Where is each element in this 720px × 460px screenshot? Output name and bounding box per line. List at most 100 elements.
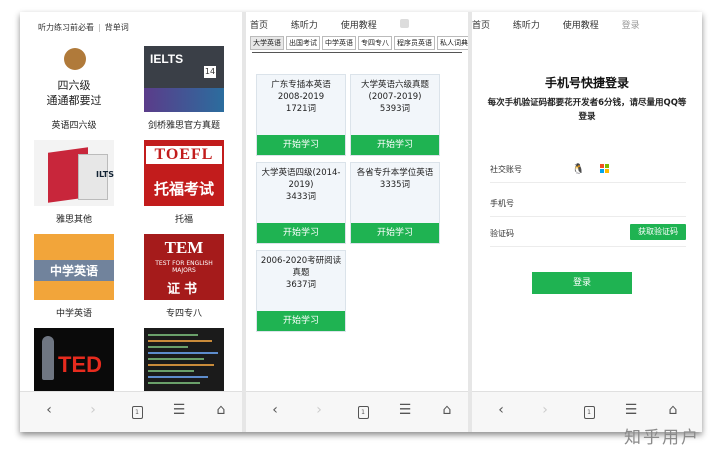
thumb-text: 14 [204, 66, 216, 78]
code-label: 验证码 [490, 229, 514, 238]
book-title: 大学英语六级真题(2007-2019) [360, 80, 429, 102]
book-card: 大学英语六级真题(2007-2019) 5393词 开始学习 [350, 74, 440, 156]
cost-notice: 每次手机验证码都要花开发者6分钱，请尽量用QQ等登录 [487, 98, 687, 122]
category-ielts[interactable]: IELTS 14 剑桥雅思官方真题 [144, 46, 224, 131]
login-title: 手机号快捷登录 [544, 76, 629, 90]
watermark: 知乎用户 [624, 428, 700, 448]
category-cet[interactable]: 四六级通通都要过 英语四六级 [34, 46, 114, 131]
book-title: 2006-2020考研阅读真题 [260, 256, 342, 278]
nav-login[interactable]: 登录 [622, 21, 640, 31]
start-learning-button[interactable]: 开始学习 [257, 135, 345, 155]
category-label: 英语四六级 [51, 121, 97, 131]
category-label: 剑桥雅思官方真题 [147, 121, 220, 131]
thumb-text: TOEFL [146, 146, 222, 164]
social-label: 社交账号 [490, 165, 522, 174]
thumb-text: IELTS [150, 52, 184, 66]
start-learning-button[interactable]: 开始学习 [257, 311, 345, 331]
thumb-text: TED [58, 352, 102, 377]
home-icon[interactable]: ⌂ [438, 402, 456, 418]
login-button[interactable]: 登录 [532, 272, 632, 294]
code-thumbnail [144, 328, 224, 394]
forward-icon[interactable]: › [536, 402, 554, 418]
nav-home[interactable]: 首页 [250, 21, 268, 31]
category-label: 中学英语 [55, 309, 92, 319]
tabs-icon[interactable]: 1 [128, 402, 146, 419]
qq-icon[interactable]: 🐧 [572, 164, 584, 175]
tabs-icon[interactable]: 1 [580, 402, 598, 419]
tab-tem[interactable]: 专四专八 [358, 36, 392, 50]
book-card: 各省专升本学位英语 3335词 开始学习 [350, 162, 440, 244]
code-row: 验证码 获取验证码 [490, 218, 686, 247]
get-code-button[interactable]: 获取验证码 [630, 224, 686, 240]
nav-tutorial[interactable]: 使用教程 [341, 21, 377, 31]
book-title: 大学英语四级(2014-2019) [261, 168, 341, 190]
category-toefl[interactable]: TOEFL 托福考试 托福 [144, 140, 224, 225]
start-learning-button[interactable]: 开始学习 [257, 223, 345, 243]
tem-thumbnail: TEM TEST FOR ENGLISH MAJORS 证书 [144, 234, 224, 300]
nav-tutorial[interactable]: 使用教程 [563, 21, 599, 31]
tab-middle-school[interactable]: 中学英语 [322, 36, 356, 50]
login-panel: 首页 练听力 使用教程 登录 手机号快捷登录 每次手机验证码都要花开发者6分钱，… [472, 12, 702, 432]
nav-listening[interactable]: 练听力 [291, 21, 318, 31]
thumb-text: TEST FOR ENGLISH MAJORS [155, 260, 213, 274]
category-panel: 听力练习前必看 | 背单词 四六级通通都要过 英语四六级 IELTS 14 剑桥雅思… [20, 12, 242, 432]
speaker-figure [42, 336, 54, 380]
tab-private-dictionary[interactable]: 私人词典 [437, 36, 468, 50]
word-books-panel: 首页 练听力 使用教程 大学英语 出国考试 中学英语 专四专八 程序员英语 私人词典 广东… [246, 12, 468, 432]
forward-icon[interactable]: › [310, 402, 328, 418]
book-word-count: 3637词 [285, 280, 317, 290]
nav-listening[interactable]: 练听力 [513, 21, 540, 31]
phone-label: 手机号 [490, 199, 514, 208]
menu-icon[interactable]: ☰ [170, 402, 188, 418]
category-label: 雅思其他 [55, 215, 92, 225]
top-links: 听力练习前必看 | 背单词 [38, 23, 129, 32]
back-icon[interactable]: ‹ [40, 402, 58, 418]
category-label: 托福 [174, 215, 193, 225]
tab-programmer[interactable]: 程序员英语 [394, 36, 435, 50]
avatar-icon[interactable] [399, 19, 409, 28]
tab-college-english[interactable]: 大学英语 [250, 36, 284, 50]
mascot-icon [64, 48, 86, 70]
book-card: 广东专插本英语2008-2019 1721词 开始学习 [256, 74, 346, 156]
book-word-count: 3433词 [285, 192, 317, 202]
listening-guide-link[interactable]: 听力练习前必看 [38, 23, 94, 32]
book-title: 各省专升本学位英语 [356, 168, 434, 178]
forward-icon[interactable]: › [84, 402, 102, 418]
browser-nav-bar: ‹ › 1 ☰ ⌂ [20, 391, 242, 432]
category-tem[interactable]: TEM TEST FOR ENGLISH MAJORS 证书 专四专八 [144, 234, 224, 319]
ielts-thumbnail: IELTS 14 [144, 46, 224, 112]
book-word-count: 1721词 [285, 104, 317, 114]
thumb-text: ILTS [96, 170, 114, 179]
category-middle-school[interactable]: 中学英语 中学英语 [34, 234, 114, 319]
site-nav: 首页 练听力 使用教程 [250, 18, 429, 31]
thumb-text: 托福考试 [153, 180, 214, 198]
nav-home[interactable]: 首页 [472, 21, 490, 31]
microsoft-icon[interactable] [600, 164, 610, 174]
book-card: 大学英语四级(2014-2019) 3433词 开始学习 [256, 162, 346, 244]
book-title: 广东专插本英语2008-2019 [271, 80, 331, 102]
home-icon[interactable]: ⌂ [212, 402, 230, 418]
back-icon[interactable]: ‹ [266, 402, 284, 418]
book-card: 2006-2020考研阅读真题 3637词 开始学习 [256, 250, 346, 332]
thumb-text: 通通都要过 [46, 94, 102, 107]
ted-thumbnail: TED [34, 328, 114, 394]
tab-overseas-exams[interactable]: 出国考试 [286, 36, 320, 50]
browser-nav-bar: ‹ › 1 ☰ ⌂ [246, 391, 468, 432]
phone-row: 手机号 [490, 188, 686, 217]
tabs-icon[interactable]: 1 [354, 402, 372, 419]
category-ielts-other[interactable]: ILTS 雅思其他 [34, 140, 114, 225]
thumb-text: 四六级 [57, 79, 91, 92]
middle-school-thumbnail: 中学英语 [34, 234, 114, 300]
category-label: 专四专八 [165, 309, 202, 319]
ielts-other-thumbnail: ILTS [34, 140, 114, 206]
memorize-words-link[interactable]: 背单词 [105, 23, 129, 32]
cet-thumbnail: 四六级 通通都要过 [34, 46, 114, 112]
back-icon[interactable]: ‹ [492, 402, 510, 418]
home-icon[interactable]: ⌂ [664, 402, 682, 418]
menu-icon[interactable]: ☰ [622, 402, 640, 418]
menu-icon[interactable]: ☰ [396, 402, 414, 418]
start-learning-button[interactable]: 开始学习 [351, 135, 439, 155]
category-ted[interactable]: TED [34, 328, 114, 394]
start-learning-button[interactable]: 开始学习 [351, 223, 439, 243]
category-programmer[interactable] [144, 328, 224, 394]
